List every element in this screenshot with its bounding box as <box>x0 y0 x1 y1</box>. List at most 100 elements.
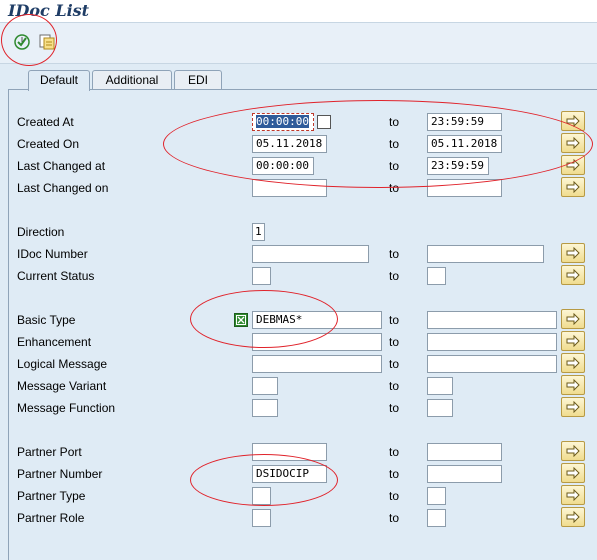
message-function-to-input[interactable] <box>427 399 453 417</box>
logical-message-label: Logical Message <box>17 357 108 371</box>
message-function-from-input[interactable] <box>252 399 278 417</box>
current-status-to-input[interactable] <box>427 267 446 285</box>
created-at-from-value: 00:00:00 <box>256 115 309 128</box>
partner-port-to-input[interactable] <box>427 443 502 461</box>
created-at-from-input[interactable]: 00:00:00 <box>252 113 314 131</box>
message-variant-label: Message Variant <box>17 379 107 393</box>
execute-button[interactable] <box>12 32 32 52</box>
multiple-selection-button[interactable] <box>561 441 585 461</box>
partner-role-to-input[interactable] <box>427 509 446 527</box>
to-label: to <box>389 115 400 129</box>
multiple-selection-button[interactable] <box>561 375 585 395</box>
tab-additional[interactable]: Additional <box>92 70 172 89</box>
multiple-selection-button[interactable] <box>561 155 585 175</box>
created-on-to-input[interactable]: 05.11.2018 <box>427 135 502 153</box>
arrow-right-icon <box>566 511 580 523</box>
tab-edi[interactable]: EDI <box>174 70 222 89</box>
enhancement-from-input[interactable] <box>252 333 382 351</box>
selection-option-icon[interactable] <box>234 313 248 327</box>
application-toolbar <box>0 23 597 64</box>
arrow-right-icon <box>566 401 580 413</box>
idoc-number-label: IDoc Number <box>17 247 88 261</box>
multiple-selection-button[interactable] <box>561 353 585 373</box>
multiple-selection-button[interactable] <box>561 463 585 483</box>
to-label: to <box>389 269 400 283</box>
created-at-label: Created At <box>17 115 74 129</box>
multiple-selection-button[interactable] <box>561 397 585 417</box>
arrow-right-icon <box>566 445 580 457</box>
title-bar: IDoc List <box>0 0 597 23</box>
current-status-label: Current Status <box>17 269 95 283</box>
idoc-number-from-input[interactable] <box>252 245 369 263</box>
partner-type-to-input[interactable] <box>427 487 446 505</box>
partner-number-label: Partner Number <box>17 467 103 481</box>
basic-type-to-input[interactable] <box>427 311 557 329</box>
multiple-selection-button[interactable] <box>561 507 585 527</box>
to-label: to <box>389 247 400 261</box>
arrow-right-icon <box>566 181 580 193</box>
partner-number-from-input[interactable]: DSIDOCIP <box>252 465 327 483</box>
last-changed-at-from-input[interactable]: 00:00:00 <box>252 157 314 175</box>
to-label: to <box>389 511 400 525</box>
enhancement-label: Enhancement <box>17 335 92 349</box>
arrow-right-icon <box>566 489 580 501</box>
arrow-right-icon <box>566 357 580 369</box>
multiple-selection-button[interactable] <box>561 111 585 131</box>
logical-message-to-input[interactable] <box>427 355 557 373</box>
arrow-right-icon <box>566 159 580 171</box>
partner-port-label: Partner Port <box>17 445 82 459</box>
to-label: to <box>389 137 400 151</box>
current-status-from-input[interactable] <box>252 267 271 285</box>
to-label: to <box>389 379 400 393</box>
direction-label: Direction <box>17 225 65 239</box>
page-title: IDoc List <box>8 1 90 20</box>
arrow-right-icon <box>566 115 580 127</box>
logical-message-from-input[interactable] <box>252 355 382 373</box>
multiple-selection-button[interactable] <box>561 265 585 285</box>
partner-port-from-input[interactable] <box>252 443 327 461</box>
partner-type-from-input[interactable] <box>252 487 271 505</box>
to-label: to <box>389 489 400 503</box>
get-variant-button[interactable] <box>37 32 57 52</box>
last-changed-on-label: Last Changed on <box>17 181 109 195</box>
arrow-right-icon <box>566 379 580 391</box>
multiple-selection-button[interactable] <box>561 177 585 197</box>
idoc-number-to-input[interactable] <box>427 245 544 263</box>
partner-number-to-input[interactable] <box>427 465 502 483</box>
message-function-label: Message Function <box>17 401 116 415</box>
partner-type-label: Partner Type <box>17 489 86 503</box>
message-variant-to-input[interactable] <box>427 377 453 395</box>
created-on-from-input[interactable]: 05.11.2018 <box>252 135 327 153</box>
to-label: to <box>389 467 400 481</box>
tab-default[interactable]: Default <box>28 70 90 91</box>
arrow-right-icon <box>566 467 580 479</box>
enhancement-to-input[interactable] <box>427 333 557 351</box>
direction-input[interactable]: 1 <box>252 223 265 241</box>
arrow-right-icon <box>566 247 580 259</box>
last-changed-at-to-input[interactable]: 23:59:59 <box>427 157 489 175</box>
partner-role-label: Partner Role <box>17 511 85 525</box>
execute-icon <box>14 34 30 50</box>
arrow-right-icon <box>566 313 580 325</box>
arrow-right-icon <box>566 335 580 347</box>
copy-icon[interactable] <box>317 115 331 129</box>
multiple-selection-button[interactable] <box>561 331 585 351</box>
multiple-selection-button[interactable] <box>561 485 585 505</box>
to-label: to <box>389 159 400 173</box>
created-on-label: Created On <box>17 137 80 151</box>
created-at-to-input[interactable]: 23:59:59 <box>427 113 502 131</box>
multiple-selection-button[interactable] <box>561 243 585 263</box>
partner-role-from-input[interactable] <box>252 509 271 527</box>
to-label: to <box>389 335 400 349</box>
basic-type-label: Basic Type <box>17 313 76 327</box>
to-label: to <box>389 181 400 195</box>
to-label: to <box>389 401 400 415</box>
last-changed-on-to-input[interactable] <box>427 179 502 197</box>
to-label: to <box>389 445 400 459</box>
basic-type-from-input[interactable]: DEBMAS* <box>252 311 382 329</box>
message-variant-from-input[interactable] <box>252 377 278 395</box>
multiple-selection-button[interactable] <box>561 133 585 153</box>
to-label: to <box>389 313 400 327</box>
multiple-selection-button[interactable] <box>561 309 585 329</box>
last-changed-on-from-input[interactable] <box>252 179 327 197</box>
